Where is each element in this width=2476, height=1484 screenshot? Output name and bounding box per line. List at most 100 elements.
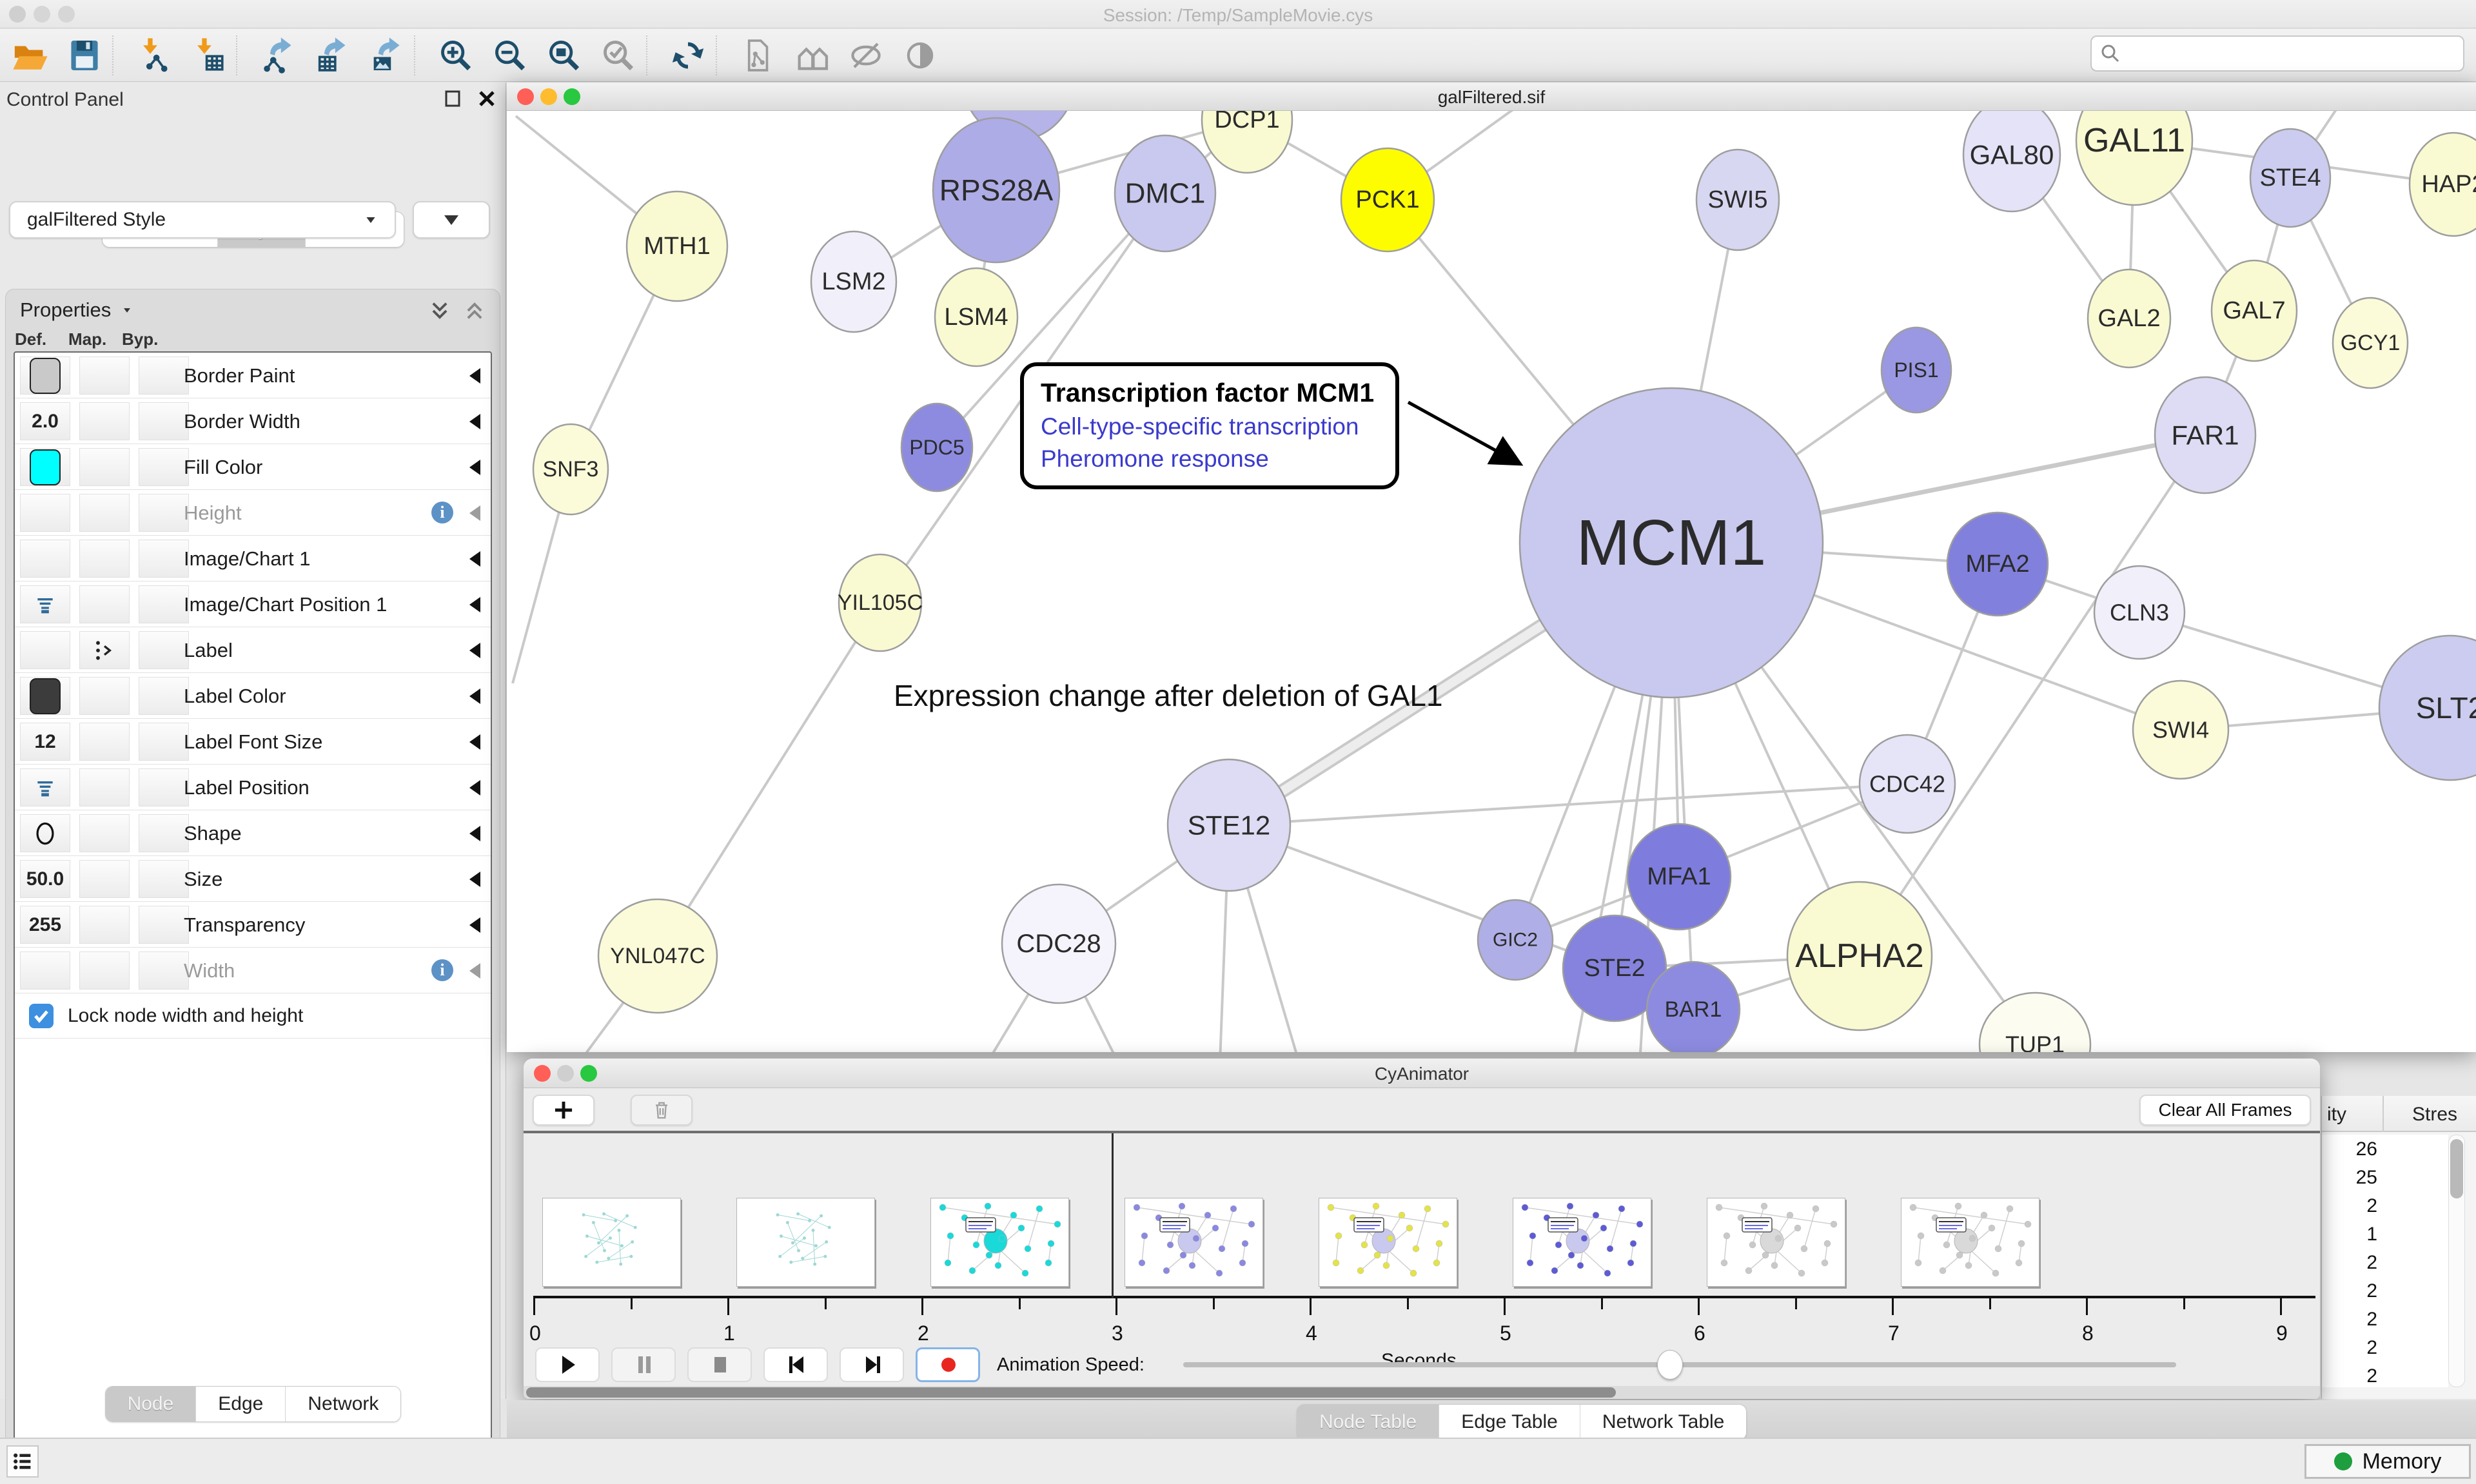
tab-network[interactable]: Network xyxy=(286,1387,400,1421)
property-row-height[interactable]: Heighti xyxy=(15,490,491,536)
default-value-cell[interactable] xyxy=(20,677,70,715)
node-tup1[interactable]: TUP1 xyxy=(1980,993,2090,1052)
node-gal2[interactable]: GAL2 xyxy=(2088,269,2170,367)
column-header[interactable]: ity xyxy=(2327,1104,2346,1126)
default-value-cell[interactable]: 255 xyxy=(20,906,70,944)
bypass-cell[interactable] xyxy=(139,585,189,623)
default-value-cell[interactable] xyxy=(20,540,70,578)
hide-icon[interactable] xyxy=(847,37,885,74)
node-gal11[interactable]: GAL11 xyxy=(2076,111,2192,205)
save-session-icon[interactable] xyxy=(66,37,103,74)
default-value-cell[interactable]: 50.0 xyxy=(20,860,70,898)
frame-thumbnail-2[interactable] xyxy=(930,1198,1069,1287)
node-pck1[interactable]: PCK1 xyxy=(1341,148,1434,251)
open-session-icon[interactable] xyxy=(12,37,49,74)
zoom-fit-icon[interactable] xyxy=(545,37,583,74)
node-far1[interactable]: FAR1 xyxy=(2155,377,2255,493)
mapping-cell[interactable] xyxy=(79,494,130,532)
refresh-view-icon[interactable] xyxy=(669,37,707,74)
export-network-icon[interactable] xyxy=(259,37,297,74)
node-rps28a[interactable]: RPS28A xyxy=(933,118,1059,262)
clear-all-frames-button[interactable]: Clear All Frames xyxy=(2139,1095,2311,1126)
default-value-cell[interactable] xyxy=(20,448,70,486)
tab-edge[interactable]: Edge xyxy=(196,1387,286,1421)
expand-all-icon[interactable] xyxy=(427,298,452,323)
property-row-width[interactable]: Widthi xyxy=(15,948,491,993)
frame-thumbnail-0[interactable] xyxy=(542,1198,681,1287)
bypass-cell[interactable] xyxy=(139,494,189,532)
mapping-cell[interactable] xyxy=(79,631,130,669)
node-swi4[interactable]: SWI4 xyxy=(2133,681,2228,779)
node-mcm1[interactable]: MCM1 xyxy=(1520,388,1823,698)
node-hap2[interactable]: HAP2 xyxy=(2410,133,2476,236)
node-cdc28[interactable]: CDC28 xyxy=(1002,884,1115,1003)
bypass-cell[interactable] xyxy=(139,402,189,440)
animation-speed-slider[interactable] xyxy=(1183,1362,2176,1367)
bypass-cell[interactable] xyxy=(139,906,189,944)
default-value-cell[interactable] xyxy=(20,631,70,669)
zoom-in-icon[interactable] xyxy=(437,37,475,74)
import-table-icon[interactable] xyxy=(190,37,227,74)
expand-row-icon[interactable] xyxy=(469,688,480,704)
zoom-selected-icon[interactable] xyxy=(600,37,637,74)
expand-row-icon[interactable] xyxy=(469,963,480,979)
info-icon[interactable]: i xyxy=(431,502,453,523)
frame-thumbnail-6[interactable] xyxy=(1707,1198,1845,1287)
task-history-button[interactable] xyxy=(6,1445,39,1478)
record-button[interactable] xyxy=(916,1347,980,1382)
style-options-button[interactable] xyxy=(413,201,490,239)
property-row-label-color[interactable]: Label Color xyxy=(15,673,491,719)
mapping-cell[interactable] xyxy=(79,723,130,761)
float-panel-icon[interactable] xyxy=(444,89,463,108)
node-cln3[interactable]: CLN3 xyxy=(2094,566,2185,659)
column-divider[interactable] xyxy=(2383,1096,2384,1132)
mapping-cell[interactable] xyxy=(79,814,130,852)
node-pis1[interactable]: PIS1 xyxy=(1882,327,1951,413)
play-button[interactable] xyxy=(535,1347,600,1382)
property-row-size[interactable]: 50.0Size xyxy=(15,856,491,902)
property-row-image-chart-1[interactable]: Image/Chart 1 xyxy=(15,536,491,581)
property-row-border-width[interactable]: 2.0Border Width xyxy=(15,398,491,444)
node-mth1[interactable]: MTH1 xyxy=(627,191,727,301)
bypass-cell[interactable] xyxy=(139,448,189,486)
default-value-cell[interactable] xyxy=(20,356,70,395)
show-all-icon[interactable] xyxy=(793,37,830,74)
property-row-image-chart-position-1[interactable]: Image/Chart Position 1 xyxy=(15,581,491,627)
bypass-cell[interactable] xyxy=(139,723,189,761)
expand-row-icon[interactable] xyxy=(469,826,480,841)
style-selector[interactable]: galFiltered Style xyxy=(9,201,396,239)
node-lsm4[interactable]: LSM4 xyxy=(935,268,1017,366)
timeline-scrollbar[interactable] xyxy=(524,1386,2320,1399)
mapping-cell[interactable] xyxy=(79,768,130,806)
frame-thumbnail-4[interactable] xyxy=(1319,1198,1457,1287)
frame-thumbnail-3[interactable] xyxy=(1125,1198,1263,1287)
bypass-cell[interactable] xyxy=(139,540,189,578)
expand-row-icon[interactable] xyxy=(469,734,480,750)
frame-thumbnail-7[interactable] xyxy=(1901,1198,2039,1287)
lock-checkbox[interactable] xyxy=(29,1004,54,1028)
skip-end-button[interactable] xyxy=(840,1347,904,1382)
tab-node-table[interactable]: Node Table xyxy=(1297,1405,1439,1440)
bypass-cell[interactable] xyxy=(139,952,189,990)
edge-YIL105C-YNL047C[interactable] xyxy=(658,603,880,956)
pause-button[interactable] xyxy=(611,1347,676,1382)
column-header[interactable]: Stres xyxy=(2412,1104,2457,1126)
mcm1-annotation[interactable]: Transcription factor MCM1 Cell-type-spec… xyxy=(1020,362,1399,489)
node-bar1[interactable]: BAR1 xyxy=(1647,962,1740,1052)
expand-row-icon[interactable] xyxy=(469,460,480,475)
default-value-cell[interactable] xyxy=(20,494,70,532)
contrast-icon[interactable] xyxy=(901,37,939,74)
delete-frame-button[interactable] xyxy=(631,1095,693,1126)
default-value-cell[interactable]: 2.0 xyxy=(20,402,70,440)
annotation-link[interactable]: Pheromone response xyxy=(1041,445,1379,473)
properties-header[interactable]: Properties xyxy=(20,298,134,322)
stop-button[interactable] xyxy=(687,1347,752,1382)
open-file-network-icon[interactable] xyxy=(739,37,776,74)
node-pdc5[interactable]: PDC5 xyxy=(901,404,972,491)
expand-row-icon[interactable] xyxy=(469,780,480,796)
playhead[interactable] xyxy=(1112,1133,1114,1298)
node-gal80[interactable]: GAL80 xyxy=(1963,111,2060,211)
tab-node[interactable]: Node xyxy=(106,1387,197,1421)
node-ste4[interactable]: STE4 xyxy=(2250,129,2330,227)
node-gic2[interactable]: GIC2 xyxy=(1478,900,1553,980)
